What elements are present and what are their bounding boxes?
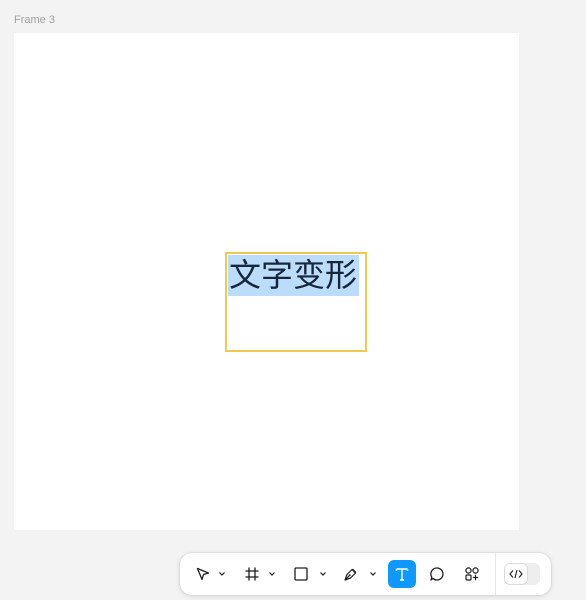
frame-tool-caret[interactable] xyxy=(266,560,278,588)
move-tool-caret[interactable] xyxy=(216,560,228,588)
chevron-down-icon xyxy=(320,572,326,576)
chevron-down-icon xyxy=(269,572,275,576)
move-tool-button[interactable] xyxy=(192,560,214,588)
dev-mode-toggle[interactable] xyxy=(504,563,540,585)
chevron-down-icon xyxy=(219,572,225,576)
code-brackets-icon xyxy=(509,569,523,579)
text-layer-content[interactable]: 文字变形 xyxy=(228,255,360,296)
design-canvas[interactable]: Frame 3 文字变形 xyxy=(0,0,586,600)
pen-tool-caret[interactable] xyxy=(367,560,379,588)
comment-bubble-icon xyxy=(430,567,444,581)
pen-icon xyxy=(344,568,357,581)
frame[interactable]: 文字变形 xyxy=(14,33,519,530)
text-t-icon xyxy=(395,568,409,581)
chevron-down-icon xyxy=(370,572,376,576)
selected-text-box[interactable]: 文字变形 xyxy=(225,252,367,352)
shape-tool-caret[interactable] xyxy=(317,560,329,588)
cursor-arrow-icon xyxy=(196,567,210,581)
frame-label[interactable]: Frame 3 xyxy=(14,14,55,26)
frame-tool-button[interactable] xyxy=(241,560,263,588)
shape-tool-button[interactable] xyxy=(290,560,312,588)
shapes-plus-icon xyxy=(465,567,479,581)
comment-tool-button[interactable] xyxy=(426,560,448,588)
text-tool-button[interactable] xyxy=(388,560,416,588)
hash-frame-icon xyxy=(245,567,259,581)
dev-mode-toggle-knob xyxy=(505,564,527,584)
toolbar-divider xyxy=(495,553,496,595)
bottom-toolbar xyxy=(180,553,551,595)
actions-tool-button[interactable] xyxy=(461,560,483,588)
rectangle-icon xyxy=(294,567,308,581)
pen-tool-button[interactable] xyxy=(340,560,362,588)
